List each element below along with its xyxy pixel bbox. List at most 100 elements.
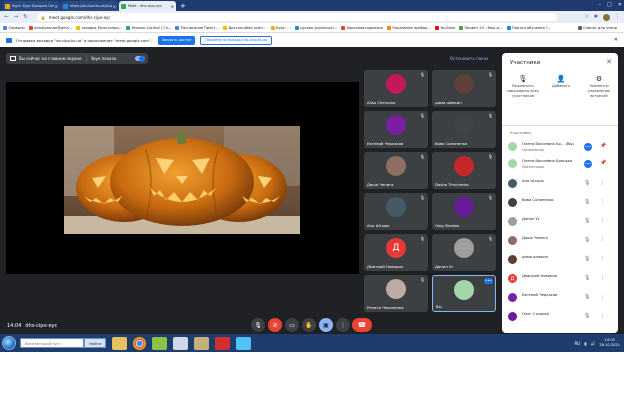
sound-toggle[interactable] <box>135 55 145 62</box>
add-people-button[interactable]: 👤 Добавить <box>542 76 580 89</box>
tab-close-icon[interactable]: ✕ <box>55 4 58 9</box>
extensions-icon[interactable]: ✱ <box>594 14 598 21</box>
participant-row[interactable]: Аня Штырь 🎙 ⋮ <box>502 177 618 191</box>
participant-row[interactable]: дима шевкин 🎙 ⋮ <box>502 253 618 267</box>
participant-row[interactable]: Олег Строков 🎙 ⋮ <box>502 310 618 324</box>
participant-tile[interactable]: 🎙 Даша Чепига <box>364 152 428 189</box>
app-icon[interactable] <box>215 336 231 350</box>
profile-avatar[interactable] <box>603 13 610 21</box>
mic-button[interactable]: 🎙 <box>251 318 265 332</box>
forward-icon[interactable]: → <box>14 14 19 20</box>
participant-row[interactable]: Д Дмитрий Новиков 🎙 ⋮ <box>502 272 618 286</box>
menu-icon[interactable]: ⋮ <box>615 14 620 21</box>
bookmark-item[interactable]: Курс: ... <box>270 25 291 30</box>
switch-tab-button[interactable]: Перейти на вкладку do.cipo.ks.ua <box>200 35 273 45</box>
mic-off-icon[interactable]: 🎙 <box>584 218 590 224</box>
start-button[interactable] <box>2 336 16 350</box>
reload-icon[interactable]: ↻ <box>23 14 28 20</box>
end-call-button[interactable]: ☎ <box>352 318 372 332</box>
bookmark-item[interactable]: Привет 24 - Веш-и... <box>458 25 503 30</box>
star-icon[interactable]: ☆ <box>584 14 588 21</box>
participant-row[interactable]: Олена Василівна Бр... (Вы) Организатор •… <box>502 140 618 154</box>
participant-tile[interactable]: 🎙 Oleg Strokov <box>432 193 496 230</box>
maximize-button[interactable]: □ <box>607 0 612 10</box>
browser-tab[interactable]: Курс: Курс Брецько Олени В ✕ <box>3 1 60 11</box>
more-icon[interactable]: ⋮ <box>600 275 605 281</box>
chrome-icon[interactable] <box>133 336 147 350</box>
app-icon[interactable] <box>173 336 189 350</box>
bookmark-item[interactable]: Сервисы <box>3 25 25 30</box>
mic-off-icon[interactable]: 🎙 <box>584 199 590 205</box>
meeting-controls-button[interactable]: ⚙ Элементы управления встречей <box>580 76 618 99</box>
minimize-button[interactable]: – <box>599 0 602 10</box>
taskbar-search-input[interactable]: Веселенький пуст <box>20 338 84 348</box>
clock[interactable]: 14:05 26.10.2021 <box>599 338 620 348</box>
stop-presenting-button[interactable]: Остановить показ <box>450 56 488 61</box>
bookmark-item[interactable]: Показание пробор... <box>386 25 431 30</box>
pin-icon[interactable]: 📌 <box>600 160 606 166</box>
participant-tile[interactable]: 🎙 Dasha Timchenko <box>432 152 496 189</box>
lock-icon[interactable]: 🔒 <box>41 15 46 20</box>
captions-button[interactable]: ▭ <box>285 318 299 332</box>
participant-row[interactable]: Евгений Черкасов 🎙 ⋮ <box>502 291 618 305</box>
app-icon[interactable] <box>194 336 210 350</box>
browser-tab[interactable]: https://do.cipo.ks.ua/plug ✕ <box>61 1 118 11</box>
participant-row[interactable]: Данил Ус 🎙 ⋮ <box>502 215 618 229</box>
bookmark-item[interactable]: Кнопки Control | Сп... <box>126 25 171 30</box>
network-icon[interactable]: ▮ <box>584 341 586 346</box>
reading-list[interactable]: Список для чтени <box>577 25 617 30</box>
language-indicator[interactable]: RU <box>575 341 581 346</box>
participant-tile[interactable]: 🎙 Аня Штырь <box>364 193 428 230</box>
bookmark-item[interactable]: Херсонавтодомпро <box>341 25 383 30</box>
pin-icon[interactable]: 📌 <box>600 143 606 149</box>
mic-off-icon[interactable]: 🎙 <box>584 256 590 262</box>
mic-off-icon[interactable]: 🎙 <box>584 180 590 186</box>
more-icon[interactable]: ⋮ <box>600 313 605 319</box>
back-icon[interactable]: ← <box>4 14 9 20</box>
app-icon[interactable] <box>236 336 252 350</box>
mic-off-icon[interactable]: 🎙 <box>584 237 590 243</box>
bookmark-item[interactable]: almalyzonae@gma... <box>28 25 72 30</box>
more-options-button[interactable]: ⋮ <box>336 318 350 332</box>
self-tile[interactable]: ••• Вы <box>432 275 496 312</box>
more-icon[interactable]: ⋮ <box>600 256 605 262</box>
participant-tile[interactable]: 🎙 Вова Солоненко <box>432 111 496 148</box>
taskbar-search-button[interactable]: Найти <box>84 338 107 348</box>
mute-all-button[interactable]: 🎙 Выключить микрофоны всех участников <box>504 76 542 99</box>
stop-sharing-button[interactable]: Закрыть доступ <box>157 35 196 45</box>
bookmark-item[interactable]: Расписание Прест... <box>175 25 219 30</box>
more-options-icon[interactable]: ••• <box>484 278 493 284</box>
more-icon[interactable]: ⋮ <box>600 199 605 205</box>
close-window-button[interactable]: ✕ <box>618 0 622 10</box>
participant-tile[interactable]: 🎙 Евгений Черкасов <box>364 111 428 148</box>
bookmark-item[interactable]: Портал обучения ?... <box>506 25 551 30</box>
bookmark-item[interactable]: Дистанційне освіт... <box>222 25 267 30</box>
more-icon[interactable]: ⋮ <box>600 294 605 300</box>
more-icon[interactable]: ⋮ <box>600 237 605 243</box>
browser-tab-active[interactable]: Meet – dhs-cipo-eyc ✕ <box>119 1 176 11</box>
participant-tile[interactable]: 🎙 Данил Ус <box>432 234 496 271</box>
more-icon[interactable]: ⋮ <box>600 218 605 224</box>
participant-tile[interactable]: 🎙 дима шевкин <box>432 70 496 107</box>
more-icon[interactable]: ⋮ <box>600 180 605 186</box>
camera-off-button[interactable]: ⊘ <box>268 318 282 332</box>
participant-row[interactable]: Олена Василівна Брецько Презентация ••• … <box>502 157 618 171</box>
mic-off-icon[interactable]: 🎙 <box>584 294 590 300</box>
bookmark-item[interactable]: YouTube <box>434 25 455 30</box>
close-icon[interactable]: ✕ <box>614 37 618 43</box>
raise-hand-button[interactable]: ✋ <box>302 318 316 332</box>
bookmark-item[interactable]: русово українські... <box>294 25 337 30</box>
participant-tile[interactable]: Д 🎙 Дмитрий Новиков <box>364 234 428 271</box>
tab-close-icon[interactable]: ✕ <box>113 4 116 9</box>
address-bar[interactable]: 🔒 meet.google.com/dhs-cipo-eyc <box>36 13 557 21</box>
participant-tile[interactable]: 🎙 Alisa Chervona <box>364 70 428 107</box>
participant-row[interactable]: Даша Чепига 🎙 ⋮ <box>502 234 618 248</box>
bookmark-item[interactable]: sanagos Мультипри... <box>76 25 122 30</box>
tab-close-icon[interactable]: ✕ <box>171 4 174 9</box>
app-icon[interactable] <box>152 336 168 350</box>
close-panel-icon[interactable]: ✕ <box>606 58 612 66</box>
participant-row[interactable]: Вова Солоненко 🎙 ⋮ <box>502 196 618 210</box>
mic-off-icon[interactable]: 🎙 <box>584 275 590 281</box>
file-explorer-icon[interactable] <box>112 336 128 350</box>
participant-tile[interactable]: 🎙 Рената Чекаленка <box>364 275 428 312</box>
